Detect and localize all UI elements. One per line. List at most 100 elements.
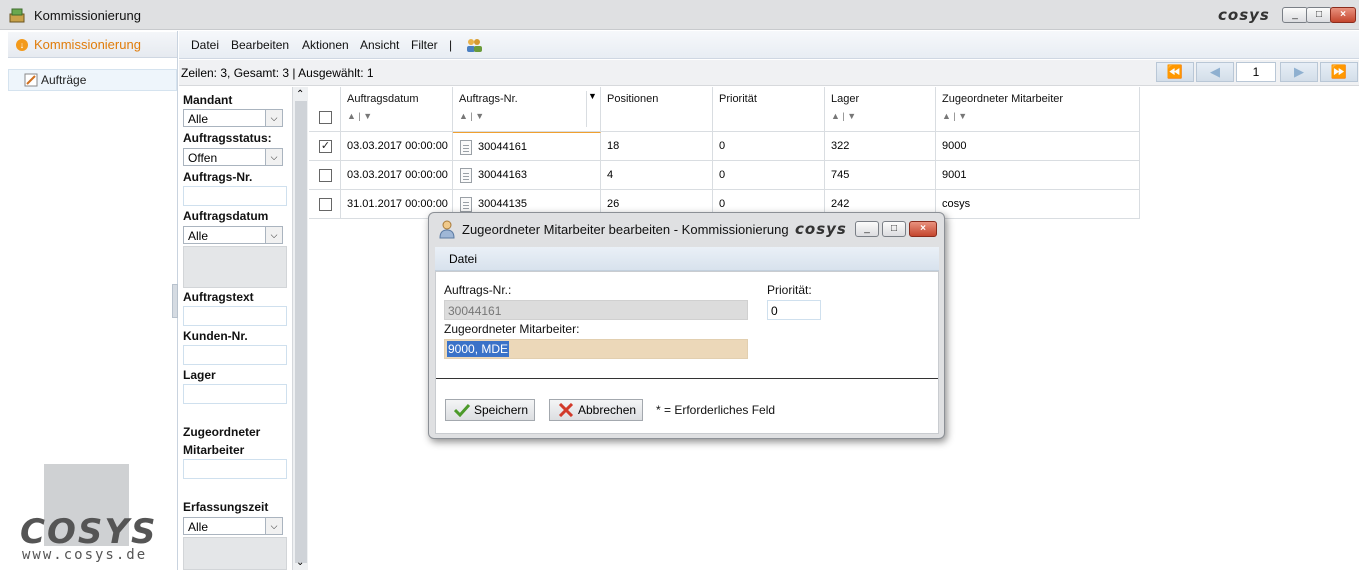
cancel-button[interactable]: Abbrechen	[549, 399, 644, 421]
users-icon[interactable]	[465, 37, 483, 56]
column-header-mitarbeiter[interactable]: Zugeordneter Mitarbeiter ▲ | ▼	[936, 87, 1140, 132]
filter-mitarbeiter-input[interactable]	[183, 459, 287, 479]
table-cell[interactable]: 9001	[936, 161, 1140, 190]
column-label: Auftrags-Nr.	[459, 93, 518, 105]
dialog-maximize-button[interactable]: □	[882, 221, 906, 237]
cell-text: 0	[719, 140, 726, 152]
sort-icon[interactable]: ▲ | ▼	[942, 111, 967, 121]
table-cell[interactable]: 4	[601, 161, 713, 190]
sort-icon[interactable]: ▲ | ▼	[459, 111, 484, 121]
auftragsnr-field: 30044161	[444, 300, 748, 320]
filter-scrollbar[interactable]: ⌃ ⌄	[292, 87, 308, 570]
dialog-menu-bar: Datei	[435, 247, 939, 271]
dialog-minimize-button[interactable]: _	[855, 221, 879, 237]
table-cell[interactable]: 322	[825, 132, 936, 161]
dialog-divider	[436, 378, 938, 379]
table-cell[interactable]: 0	[713, 132, 825, 161]
table-cell[interactable]: 03.03.2017 00:00:00	[341, 132, 453, 161]
close-button[interactable]: ×	[1330, 7, 1356, 23]
required-field-note: * = Erforderliches Feld	[656, 403, 776, 417]
row-checkbox[interactable]	[319, 198, 332, 211]
column-menu-icon[interactable]: ▼	[586, 91, 598, 127]
menu-datei[interactable]: Datei	[191, 38, 219, 52]
sidebar-item-auftraege[interactable]: Aufträge	[8, 69, 177, 91]
dialog-close-button[interactable]: ×	[909, 221, 937, 237]
filter-erfassungszeit-select[interactable]: Alle ⌵	[183, 517, 283, 535]
dialog-menu-datei[interactable]: Datei	[449, 252, 477, 266]
cell-text: 242	[831, 198, 850, 210]
cell-text: 30044161	[478, 141, 527, 153]
table-row-checkbox-cell	[309, 190, 341, 219]
save-button[interactable]: Speichern	[445, 399, 536, 421]
filter-date-range[interactable]	[183, 246, 287, 288]
column-header-prioritaet[interactable]: Priorität	[713, 87, 825, 132]
column-header-auftragsdatum[interactable]: Auftragsdatum ▲ | ▼	[341, 87, 453, 132]
column-header-lager[interactable]: Lager ▲ | ▼	[825, 87, 936, 132]
sidebar-item-label: Aufträge	[41, 73, 87, 87]
select-value: Offen	[188, 151, 218, 165]
last-page-button[interactable]: ⏩	[1320, 62, 1358, 82]
menu-aktionen[interactable]: Aktionen	[302, 38, 349, 52]
filter-auftragstext-label: Auftragstext	[183, 290, 254, 304]
sort-icon[interactable]: ▲ | ▼	[347, 111, 372, 121]
row-checkbox[interactable]	[319, 169, 332, 182]
table-cell[interactable]: 18	[601, 132, 713, 161]
filter-auftragsnr-label: Auftrags-Nr.	[183, 170, 253, 184]
filter-kundennr-input[interactable]	[183, 345, 287, 365]
menu-ansicht[interactable]: Ansicht	[360, 38, 399, 52]
filter-mandant-select[interactable]: Alle ⌵	[183, 109, 283, 127]
menu-bearbeiten[interactable]: Bearbeiten	[231, 38, 289, 52]
filter-time-range[interactable]	[183, 537, 287, 570]
filter-status-select[interactable]: Offen ⌵	[183, 148, 283, 166]
table-cell[interactable]: cosys	[936, 190, 1140, 219]
scroll-up-icon[interactable]: ⌃	[296, 89, 304, 100]
table-cell[interactable]: 0	[713, 161, 825, 190]
sort-icon[interactable]: ▲ | ▼	[831, 111, 856, 121]
filter-auftragsnr-input[interactable]	[183, 186, 287, 206]
panel-collapse-handle[interactable]	[172, 284, 178, 318]
filter-mitarbeiter-label-1: Zugeordneter	[183, 425, 261, 439]
filter-datum-label: Auftragsdatum	[183, 209, 269, 223]
document-icon	[460, 140, 472, 155]
cancel-icon	[558, 402, 574, 420]
cell-text: 745	[831, 169, 850, 181]
select-all-checkbox[interactable]	[319, 111, 332, 124]
filter-auftragstext-input[interactable]	[183, 306, 287, 326]
column-label: Positionen	[607, 93, 659, 105]
table-cell[interactable]: 03.03.2017 00:00:00	[341, 161, 453, 190]
row-checkbox[interactable]: ✓	[319, 140, 332, 153]
table-cell[interactable]: 9000	[936, 132, 1140, 161]
page-number-input[interactable]: 1	[1236, 62, 1276, 82]
column-label: Zugeordneter Mitarbeiter	[942, 93, 1064, 105]
minimize-button[interactable]: _	[1282, 7, 1308, 23]
scroll-down-icon[interactable]: ⌄	[296, 557, 304, 568]
edit-employee-dialog: Zugeordneter Mitarbeiter bearbeiten - Ko…	[428, 212, 945, 439]
menu-filter[interactable]: Filter	[411, 38, 438, 52]
chevron-down-icon: ⌵	[265, 227, 282, 243]
brand-logo: cosys	[1218, 6, 1270, 24]
cell-text: 18	[607, 140, 620, 152]
filter-lager-input[interactable]	[183, 384, 287, 404]
table-row-checkbox-cell	[309, 161, 341, 190]
cell-text: 322	[831, 140, 850, 152]
column-label: Lager	[831, 93, 860, 105]
column-header-positionen[interactable]: Positionen	[601, 87, 713, 132]
cell-text: 03.03.2017 00:00:00	[347, 169, 448, 181]
maximize-button[interactable]: □	[1306, 7, 1332, 23]
prioritaet-field[interactable]: 0	[767, 300, 821, 320]
previous-page-button[interactable]: ◀	[1196, 62, 1234, 82]
first-page-button[interactable]: ⏪	[1156, 62, 1194, 82]
nav-section-kommissionierung[interactable]: ↓ Kommissionierung	[8, 32, 177, 58]
filter-kundennr-label: Kunden-Nr.	[183, 329, 248, 343]
next-page-button[interactable]: ▶	[1280, 62, 1318, 82]
filter-panel: Mandant Alle ⌵ Auftragsstatus: Offen ⌵ A…	[179, 87, 292, 570]
column-header-auftragsnr[interactable]: Auftrags-Nr. ▲ | ▼ ▼	[453, 87, 601, 132]
filter-datum-select[interactable]: Alle ⌵	[183, 226, 283, 244]
mitarbeiter-field[interactable]: 9000, MDE	[444, 339, 748, 359]
table-cell[interactable]: 30044163	[453, 161, 601, 190]
table-cell[interactable]: 745	[825, 161, 936, 190]
table-cell[interactable]: 30044161	[453, 132, 601, 161]
filter-lager-label: Lager	[183, 368, 216, 382]
cell-text: 0	[719, 169, 726, 181]
scrollbar-thumb[interactable]	[295, 101, 307, 563]
